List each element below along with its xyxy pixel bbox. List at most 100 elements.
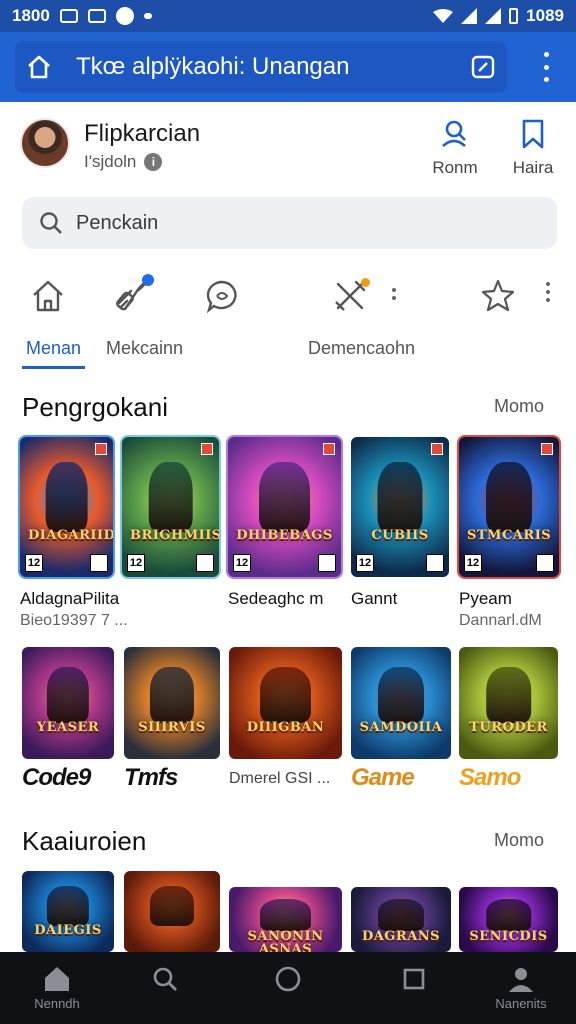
signal-icon-2 <box>485 8 502 24</box>
character-figure <box>378 898 424 932</box>
corner-badge <box>431 443 443 455</box>
game-cover-title: DAGRANS <box>361 928 441 944</box>
character-figure <box>258 462 311 533</box>
game-logo-caption[interactable]: Tmfs <box>124 764 178 792</box>
square-icon <box>403 968 425 990</box>
game-card[interactable]: DAIEGIS <box>22 871 114 952</box>
profile-action-person[interactable]: Ronm <box>420 116 490 178</box>
game-logo-caption[interactable]: Code9 <box>22 764 91 792</box>
age-rating-badge: 12 <box>127 554 145 572</box>
character-figure <box>377 462 423 533</box>
character-figure <box>148 462 193 533</box>
publisher-logo <box>196 554 214 572</box>
game-cover-title: DIAGARIIDIS <box>28 528 113 544</box>
game-card[interactable]: DIIIGBAN <box>229 647 342 759</box>
game-subtitle: Dannarl.dM <box>459 612 542 629</box>
game-card[interactable]: BRIGHMIIS 12 <box>122 437 219 577</box>
game-card[interactable]: YEASER <box>22 647 114 759</box>
tab-tools-icon-button[interactable] <box>328 274 372 318</box>
bottom-navigation: Nenndh Nanenits <box>0 952 576 1024</box>
chat-icon <box>206 280 237 314</box>
publisher-logo <box>536 554 554 572</box>
age-rating-badge: 12 <box>233 554 251 572</box>
bottom-nav-search[interactable] <box>120 962 210 996</box>
character-figure <box>149 667 195 724</box>
game-title[interactable]: Sedeaghc m <box>228 589 323 609</box>
game-card[interactable]: CUBIIS 12 <box>351 437 449 577</box>
corner-badge <box>95 443 107 455</box>
game-cover-title: SENICDIS <box>469 928 548 944</box>
game-title[interactable]: Gannt <box>351 589 397 609</box>
game-title[interactable]: Dmerel GSI ... <box>229 770 330 788</box>
search-input[interactable]: Penckain <box>22 197 557 249</box>
edit-button[interactable] <box>458 54 508 80</box>
game-card[interactable]: STMCARIS 12 <box>459 437 559 577</box>
game-card[interactable]: DHIBEBAGS 12 <box>228 437 341 577</box>
game-cover-title: CUBIIS <box>371 528 429 544</box>
game-cover-title: SAMDOIIA <box>359 719 443 735</box>
publisher-logo <box>318 554 336 572</box>
game-card[interactable]: SIIIRVIS <box>124 647 220 759</box>
bottom-nav-square[interactable] <box>369 962 459 996</box>
game-cover-title: STMCARIS <box>467 528 552 544</box>
profile-header: Flipkarcian I'sjdoln i Ronm Haira <box>20 116 560 180</box>
status-time: 1800 <box>12 6 50 25</box>
info-icon[interactable]: i <box>144 153 163 171</box>
game-card[interactable]: TURODER <box>459 647 558 759</box>
bottom-nav-account[interactable]: Nanenits <box>476 962 566 1011</box>
game-card[interactable]: DIAGARIIDIS 12 <box>20 437 113 577</box>
edit-icon <box>471 55 495 79</box>
mail-icon <box>59 9 78 23</box>
battery-icon <box>509 8 519 24</box>
character-figure <box>46 885 90 927</box>
tab-label-rocket[interactable]: Mekcainn <box>106 338 183 359</box>
age-rating-badge: 12 <box>25 554 43 572</box>
game-logo-caption[interactable]: Samo <box>459 764 521 792</box>
avatar[interactable] <box>20 118 70 168</box>
signal-icon <box>461 8 478 24</box>
address-bar[interactable]: Tkœ alplÿkaohi: Unangan <box>14 40 508 94</box>
status-clock: 1089 <box>526 6 564 25</box>
page-title: Tkœ alplÿkaohi: Unangan <box>76 53 350 80</box>
publisher-logo <box>90 554 108 572</box>
character-figure <box>259 667 312 724</box>
bookmark-icon <box>522 119 544 149</box>
tab-label-home[interactable]: Menan <box>26 338 81 359</box>
home-icon <box>28 55 50 79</box>
game-logo-caption[interactable]: Game <box>351 764 415 792</box>
more-options-button[interactable] <box>546 282 550 302</box>
wifi-icon <box>433 9 454 23</box>
profile-action-bookmark[interactable]: Haira <box>498 116 568 178</box>
section-title: Pengrgokani <box>22 392 168 422</box>
game-card[interactable]: SAMDOIIA <box>351 647 451 759</box>
game-card[interactable]: SANONIN ASNAS <box>229 887 342 952</box>
overflow-dots[interactable] <box>392 288 396 300</box>
overflow-menu-button[interactable] <box>536 52 556 82</box>
game-card[interactable]: SENICDIS <box>459 887 558 952</box>
tab-home-icon-button[interactable] <box>26 274 70 318</box>
search-icon <box>153 967 177 991</box>
tab-star-icon-button[interactable] <box>476 274 520 318</box>
character-figure <box>485 898 532 932</box>
bottom-nav-circle[interactable] <box>243 962 333 996</box>
game-title[interactable]: AldagnaPilita <box>20 589 119 609</box>
game-cover-title: DAIEGIS <box>34 923 102 939</box>
home-button[interactable] <box>14 54 64 80</box>
game-cover-title: DHIBEBAGS <box>236 528 333 544</box>
star-icon <box>481 279 515 312</box>
tab-rocket-icon-button[interactable] <box>110 274 154 318</box>
bottom-nav-home[interactable]: Nenndh <box>12 962 102 1011</box>
game-title[interactable]: Pyeam <box>459 589 512 609</box>
person-icon <box>442 120 466 147</box>
tab-chat-icon-button[interactable] <box>200 274 244 318</box>
game-card[interactable] <box>124 871 220 952</box>
game-card[interactable]: DAGRANS <box>351 887 451 952</box>
game-cover-title: TURODER <box>469 719 548 735</box>
section-more-link[interactable]: Momo <box>494 396 544 417</box>
game-cover-title: DIIIGBAN <box>246 719 325 735</box>
game-cover-title: SANONIN ASNAS <box>247 928 324 952</box>
section-more-link[interactable]: Momo <box>494 830 544 851</box>
corner-badge <box>201 443 213 455</box>
character-figure <box>378 667 424 724</box>
tab-label-tools[interactable]: Demencaohn <box>308 338 415 359</box>
